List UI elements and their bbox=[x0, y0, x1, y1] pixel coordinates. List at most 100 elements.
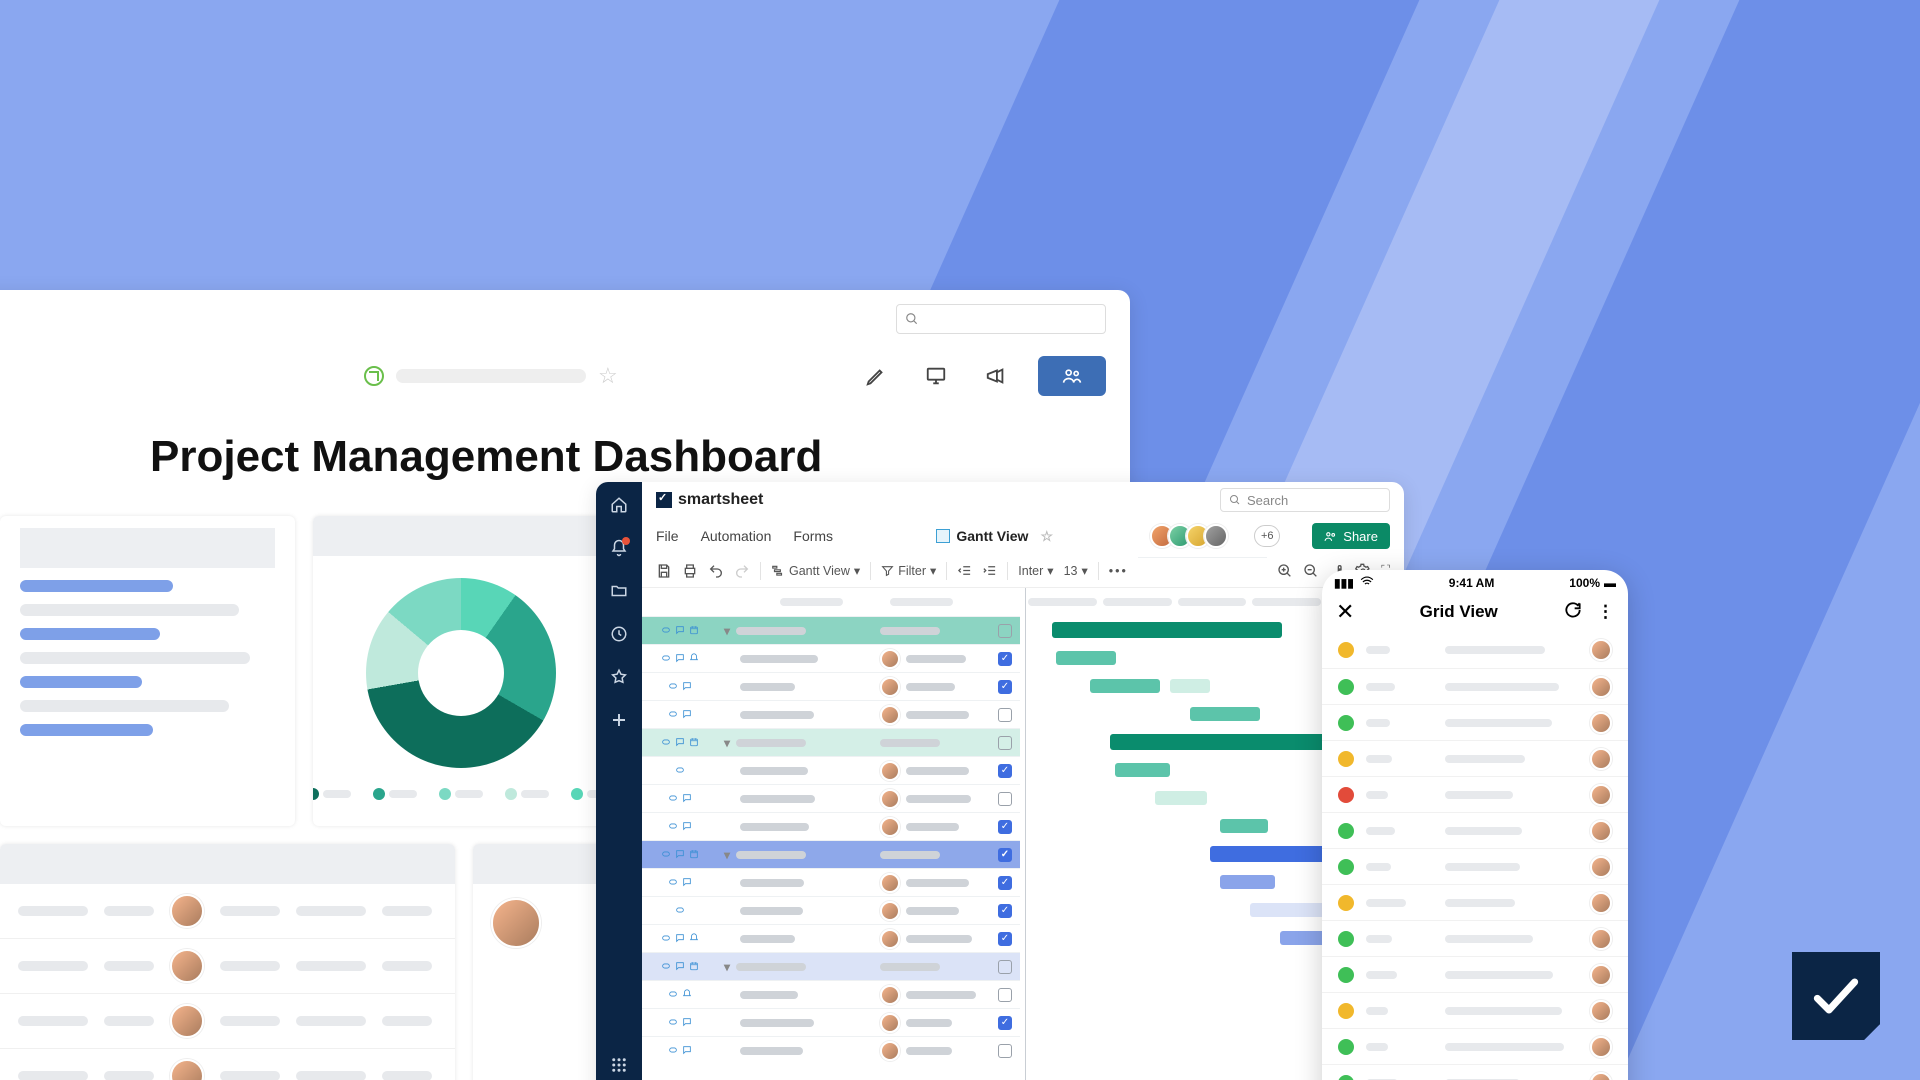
list-item[interactable] bbox=[1322, 812, 1628, 848]
chevron-down-icon[interactable]: ▾ bbox=[724, 848, 730, 862]
menu-forms[interactable]: Forms bbox=[793, 528, 833, 544]
gantt-bar[interactable] bbox=[1115, 763, 1170, 777]
folder-icon[interactable] bbox=[610, 582, 628, 605]
menu-automation[interactable]: Automation bbox=[701, 528, 772, 544]
chevron-down-icon[interactable]: ▾ bbox=[724, 624, 730, 638]
collaborator-avatars[interactable] bbox=[1156, 524, 1228, 548]
indent-icon[interactable] bbox=[982, 563, 997, 578]
checkbox[interactable]: ✓ bbox=[998, 1016, 1012, 1030]
apps-icon[interactable] bbox=[610, 1056, 628, 1079]
chevron-down-icon[interactable]: ▾ bbox=[724, 960, 730, 974]
share-button[interactable] bbox=[1038, 356, 1106, 396]
filter-dropdown[interactable]: Filter ▾ bbox=[881, 563, 936, 578]
checkbox[interactable]: ✓ bbox=[998, 932, 1012, 946]
favorites-icon[interactable] bbox=[610, 668, 628, 691]
checkbox[interactable]: ✓ bbox=[998, 904, 1012, 918]
fontsize-dropdown[interactable]: 13 ▾ bbox=[1064, 563, 1088, 578]
recent-icon[interactable] bbox=[610, 625, 628, 648]
task-row[interactable]: ✓ bbox=[642, 644, 1020, 672]
notifications-icon[interactable] bbox=[610, 539, 628, 562]
group-row[interactable]: ▾ bbox=[642, 616, 1020, 644]
favorite-icon[interactable]: ☆ bbox=[598, 363, 618, 389]
add-icon[interactable] bbox=[610, 711, 628, 734]
checkbox[interactable] bbox=[998, 1044, 1012, 1058]
list-item[interactable] bbox=[1322, 668, 1628, 704]
gantt-bar[interactable] bbox=[1190, 707, 1260, 721]
gantt-bar[interactable] bbox=[1090, 679, 1160, 693]
group-row[interactable]: ▾ bbox=[642, 728, 1020, 756]
share-button[interactable]: Share bbox=[1312, 523, 1390, 549]
task-row[interactable]: ✓ bbox=[642, 868, 1020, 896]
task-row[interactable]: ✓ bbox=[642, 756, 1020, 784]
zoom-out-icon[interactable] bbox=[1303, 563, 1319, 579]
checkbox[interactable] bbox=[998, 960, 1012, 974]
task-row[interactable] bbox=[642, 1036, 1020, 1064]
undo-icon[interactable] bbox=[708, 563, 724, 579]
checkbox[interactable] bbox=[998, 708, 1012, 722]
checkbox[interactable]: ✓ bbox=[998, 820, 1012, 834]
list-item[interactable] bbox=[1322, 704, 1628, 740]
list-item[interactable] bbox=[1322, 992, 1628, 1028]
checkbox[interactable]: ✓ bbox=[998, 652, 1012, 666]
redo-icon[interactable] bbox=[734, 563, 750, 579]
list-item[interactable] bbox=[1322, 632, 1628, 668]
group-row[interactable]: ▾ bbox=[642, 952, 1020, 980]
gantt-bar[interactable] bbox=[1250, 903, 1330, 917]
checkbox[interactable] bbox=[998, 736, 1012, 750]
checkbox[interactable] bbox=[998, 792, 1012, 806]
search-input[interactable]: Search bbox=[1220, 488, 1390, 512]
list-item[interactable] bbox=[1322, 884, 1628, 920]
task-row[interactable]: ✓ bbox=[642, 1008, 1020, 1036]
list-item[interactable] bbox=[1322, 1064, 1628, 1080]
outdent-icon[interactable] bbox=[957, 563, 972, 578]
view-dropdown[interactable]: Gantt View ▾ bbox=[771, 563, 860, 578]
gantt-bar[interactable] bbox=[1110, 734, 1340, 750]
more-button[interactable]: ⋮ bbox=[1597, 602, 1614, 622]
wifi-icon bbox=[1360, 575, 1374, 592]
print-icon[interactable] bbox=[682, 563, 698, 579]
task-row[interactable] bbox=[642, 980, 1020, 1008]
assignee-placeholder bbox=[906, 767, 969, 775]
task-row[interactable]: ✓ bbox=[642, 924, 1020, 952]
checkbox[interactable]: ✓ bbox=[998, 764, 1012, 778]
collaborator-overflow[interactable]: +6 bbox=[1254, 525, 1280, 547]
task-row[interactable] bbox=[642, 784, 1020, 812]
zoom-in-icon[interactable] bbox=[1277, 563, 1293, 579]
list-item[interactable] bbox=[1322, 848, 1628, 884]
gantt-bar[interactable] bbox=[1220, 819, 1268, 833]
refresh-button[interactable] bbox=[1563, 600, 1583, 625]
gantt-bar[interactable] bbox=[1170, 679, 1210, 693]
present-button[interactable] bbox=[918, 358, 954, 394]
close-button[interactable]: ✕ bbox=[1336, 599, 1354, 625]
list-item[interactable] bbox=[1322, 920, 1628, 956]
checkbox[interactable] bbox=[998, 988, 1012, 1002]
more-icon[interactable]: ••• bbox=[1109, 564, 1128, 578]
gantt-bar[interactable] bbox=[1220, 875, 1275, 889]
home-icon[interactable] bbox=[610, 496, 628, 519]
list-item[interactable] bbox=[1322, 956, 1628, 992]
list-item[interactable] bbox=[1322, 740, 1628, 776]
search-input[interactable] bbox=[896, 304, 1106, 334]
checkbox[interactable]: ✓ bbox=[998, 876, 1012, 890]
chevron-down-icon[interactable]: ▾ bbox=[724, 736, 730, 750]
gantt-bar[interactable] bbox=[1056, 651, 1116, 665]
checkbox[interactable] bbox=[998, 624, 1012, 638]
task-row[interactable]: ✓ bbox=[642, 812, 1020, 840]
checkbox[interactable]: ✓ bbox=[998, 680, 1012, 694]
font-dropdown[interactable]: Inter ▾ bbox=[1018, 563, 1053, 578]
save-icon[interactable] bbox=[656, 563, 672, 579]
announce-button[interactable] bbox=[978, 358, 1014, 394]
checkbox[interactable]: ✓ bbox=[998, 848, 1012, 862]
menu-file[interactable]: File bbox=[656, 528, 679, 544]
task-row[interactable]: ✓ bbox=[642, 672, 1020, 700]
task-row[interactable] bbox=[642, 700, 1020, 728]
group-row[interactable]: ▾ ✓ bbox=[642, 840, 1020, 868]
edit-button[interactable] bbox=[858, 358, 894, 394]
task-row[interactable]: ✓ bbox=[642, 896, 1020, 924]
bell-icon bbox=[689, 932, 699, 946]
list-item[interactable] bbox=[1322, 776, 1628, 812]
gantt-bar[interactable] bbox=[1155, 791, 1207, 805]
gantt-bar[interactable] bbox=[1052, 622, 1282, 638]
favorite-icon[interactable]: ☆ bbox=[1040, 528, 1053, 545]
list-item[interactable] bbox=[1322, 1028, 1628, 1064]
